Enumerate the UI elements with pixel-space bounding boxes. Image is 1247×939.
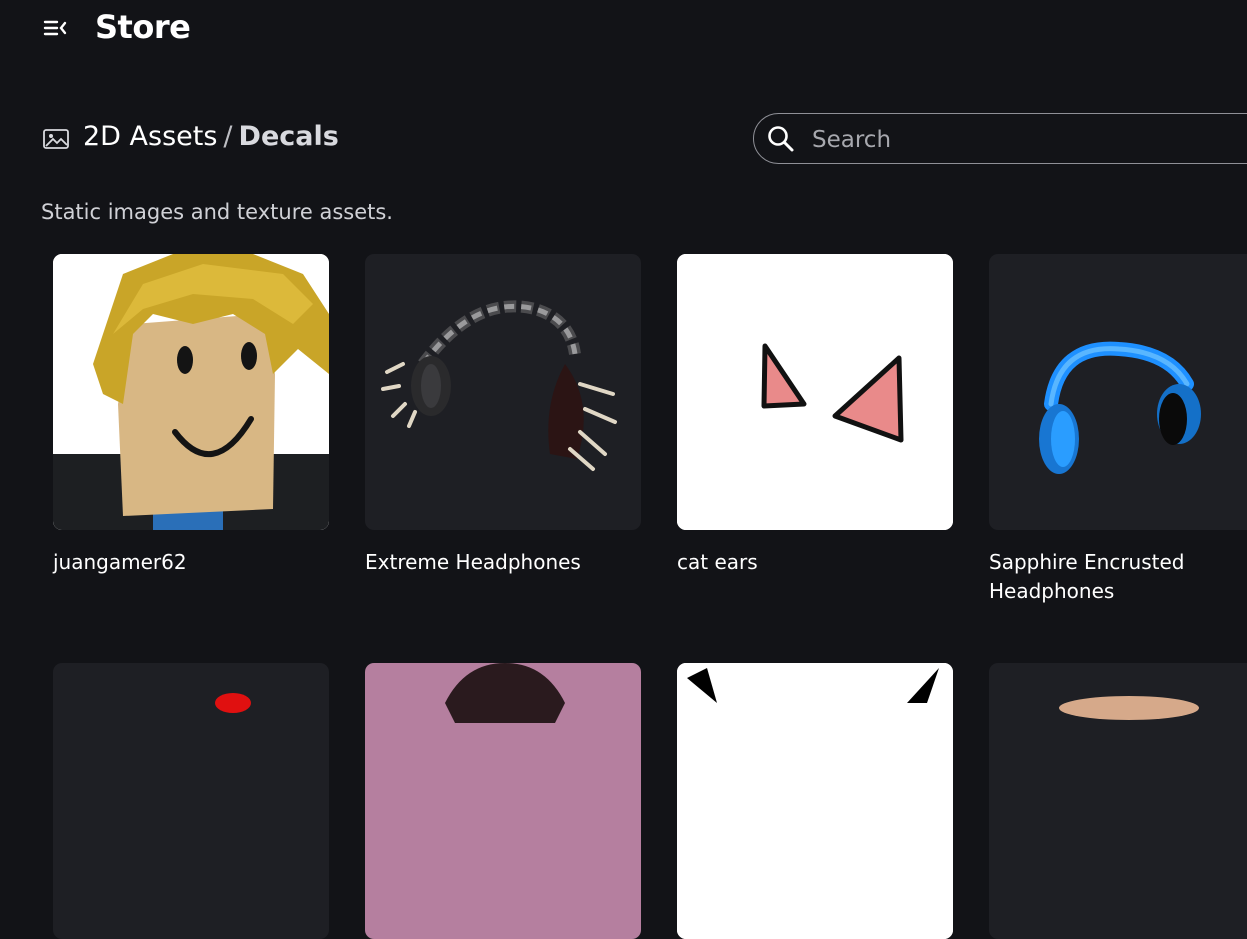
asset-thumbnail[interactable] (365, 254, 641, 530)
asset-thumbnail[interactable] (53, 254, 329, 530)
asset-thumbnail[interactable] (53, 663, 329, 939)
asset-thumbnail[interactable] (989, 254, 1247, 530)
asset-thumbnail[interactable] (677, 663, 953, 939)
asset-name[interactable]: cat ears (677, 548, 953, 577)
asset-card[interactable] (365, 663, 641, 939)
breadcrumb-separator: / (223, 121, 233, 152)
asset-thumbnail[interactable] (365, 663, 641, 939)
breadcrumb-current: Decals (238, 121, 339, 152)
asset-card[interactable]: Extreme Headphones (365, 254, 641, 577)
asset-thumbnail[interactable] (989, 663, 1247, 939)
asset-card[interactable]: juangamer62 (53, 254, 329, 577)
image-icon (42, 127, 70, 151)
asset-name[interactable]: juangamer62 (53, 548, 329, 577)
asset-card[interactable] (677, 663, 953, 939)
breadcrumb: 2D Assets / Decals (83, 121, 339, 152)
breadcrumb-parent-link[interactable]: 2D Assets (83, 121, 217, 152)
search-input[interactable] (810, 122, 1247, 158)
asset-name[interactable]: Extreme Headphones (365, 548, 641, 577)
asset-card[interactable]: cat ears (677, 254, 953, 577)
asset-name[interactable]: Sapphire Encrusted Headphones (989, 548, 1247, 606)
page-title: Store (95, 8, 191, 46)
menu-collapse-icon[interactable] (42, 16, 70, 40)
search-box[interactable] (753, 113, 1247, 164)
category-description: Static images and texture assets. (41, 200, 393, 224)
asset-card[interactable]: Sapphire Encrusted Headphones (989, 254, 1247, 606)
search-icon[interactable] (766, 124, 796, 154)
asset-thumbnail[interactable] (677, 254, 953, 530)
asset-card[interactable] (989, 663, 1247, 939)
asset-card[interactable] (53, 663, 329, 939)
